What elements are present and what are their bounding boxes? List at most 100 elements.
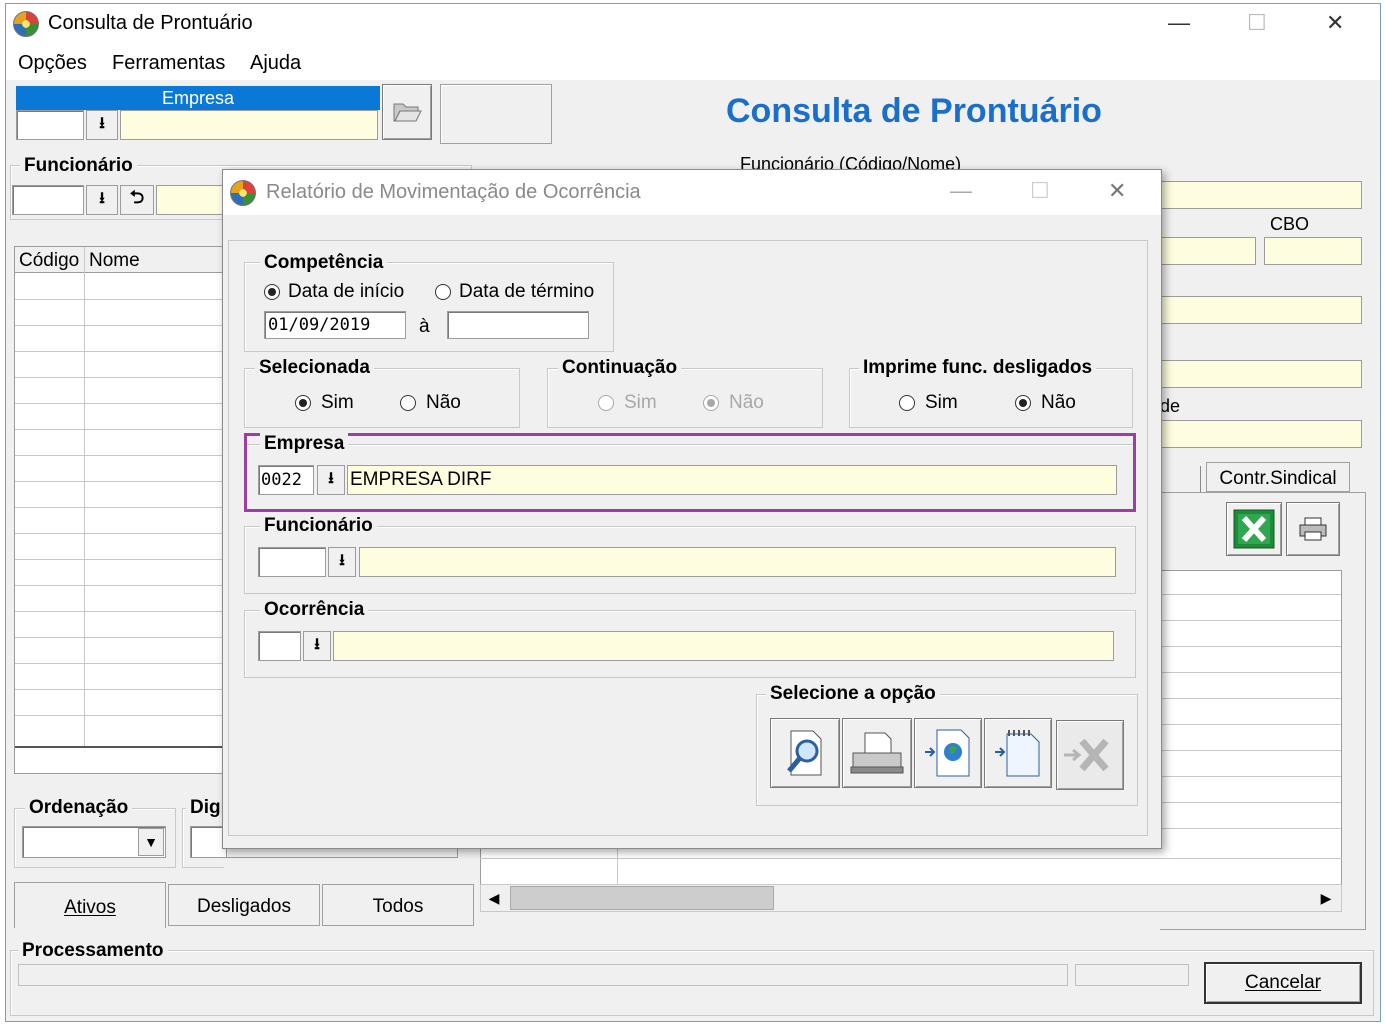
- cancel-button[interactable]: Cancelar: [1204, 962, 1362, 1004]
- dlg-funcionario-name-field[interactable]: [359, 547, 1116, 577]
- export-web-icon: [925, 729, 970, 777]
- menu-ajuda[interactable]: Ajuda: [250, 52, 301, 75]
- open-folder-button[interactable]: [382, 84, 432, 140]
- cbo-input[interactable]: [1264, 237, 1362, 265]
- funcionario-dropdown-button[interactable]: ⭳: [86, 185, 118, 215]
- export-excel-disabled-icon: [1064, 738, 1109, 772]
- dialog-minimize-icon[interactable]: —: [950, 178, 972, 204]
- radio-icon: [400, 395, 416, 411]
- dlg-funcionario-code-field[interactable]: [258, 547, 326, 577]
- preview-button[interactable]: [770, 718, 840, 788]
- printer-icon: [1299, 517, 1327, 541]
- funcionario-code-input[interactable]: [12, 185, 84, 215]
- excel-export-button[interactable]: [1226, 502, 1282, 556]
- tab-desligados[interactable]: Desligados: [168, 884, 320, 926]
- date-to-input[interactable]: [447, 311, 589, 339]
- radio-data-termino-label: Data de término: [459, 281, 595, 302]
- bottom-grid-divider: [617, 848, 618, 884]
- blank-panel: [440, 84, 552, 144]
- dlg-funcionario-lookup-button[interactable]: ⭳: [328, 547, 356, 577]
- preview-icon: [787, 730, 822, 776]
- grid-rows: [15, 299, 225, 300]
- tab-todos-label: Todos: [372, 896, 424, 917]
- radio-data-inicio[interactable]: Data de início: [264, 281, 404, 303]
- funcionario-name-input[interactable]: [156, 185, 226, 215]
- export-text-button[interactable]: [984, 718, 1052, 788]
- right-input-1[interactable]: [1160, 181, 1362, 209]
- grid-header-nome[interactable]: Nome: [89, 250, 140, 272]
- funcionario-group-label: Funcionário: [20, 155, 137, 177]
- undo-button[interactable]: ⮌: [120, 185, 154, 215]
- main-window-title: Consulta de Prontuário: [48, 12, 253, 34]
- grid-column-divider: [84, 247, 85, 747]
- print-button[interactable]: [1286, 502, 1340, 556]
- funcionario-grid[interactable]: [14, 246, 226, 774]
- right-input-5[interactable]: [1160, 420, 1362, 448]
- radio-icon: [598, 395, 614, 411]
- continuacao-nao: Não: [703, 392, 764, 414]
- menu-opcoes[interactable]: Opções: [18, 52, 87, 75]
- imprime-nao[interactable]: Não: [1015, 392, 1076, 414]
- tab-ativos[interactable]: Ativos: [14, 882, 166, 928]
- chevron-down-icon[interactable]: ▼: [138, 828, 164, 856]
- tab-contr-sindical-label: Contr.Sindical: [1219, 468, 1337, 489]
- radio-icon: [295, 395, 311, 411]
- competencia-label: Competência: [260, 252, 388, 274]
- download-arrow-icon: ⭳: [99, 189, 105, 207]
- date-separator: à: [419, 316, 430, 337]
- dialog-logo-icon: [230, 180, 256, 206]
- digi-input-remainder: [226, 848, 458, 858]
- selecione-label: Selecione a opção: [766, 683, 940, 705]
- tab-divider: [1200, 466, 1201, 492]
- selecionada-sim[interactable]: Sim: [295, 392, 354, 414]
- scroll-thumb[interactable]: [510, 886, 774, 910]
- menu-ferramentas[interactable]: Ferramentas: [112, 52, 225, 75]
- radio-icon: [703, 395, 719, 411]
- printer-icon: [850, 732, 904, 774]
- imprime-nao-label: Não: [1041, 392, 1076, 413]
- dialog-close-icon[interactable]: ✕: [1108, 178, 1126, 204]
- grid-bottom-line: [15, 746, 225, 748]
- radio-data-inicio-label: Data de início: [288, 281, 405, 302]
- close-icon[interactable]: ✕: [1326, 10, 1344, 36]
- ocorrencia-label: Ocorrência: [260, 599, 369, 621]
- empresa-code-field[interactable]: 0022: [258, 465, 314, 495]
- print-report-button[interactable]: [842, 718, 912, 788]
- right-input-3[interactable]: [1160, 296, 1362, 324]
- minimize-icon[interactable]: —: [1168, 10, 1190, 36]
- export-excel-button: [1056, 720, 1124, 790]
- grid-header-codigo[interactable]: Código: [19, 250, 79, 272]
- digi-input[interactable]: [190, 826, 226, 858]
- empresa-dropdown-button[interactable]: ⭳: [86, 110, 118, 140]
- radio-icon: [1015, 395, 1031, 411]
- date-from-input[interactable]: 01/09/2019: [264, 311, 406, 339]
- ocorrencia-code-field[interactable]: [258, 631, 301, 661]
- ocorrencia-name-field[interactable]: [333, 631, 1114, 661]
- right-input-4[interactable]: [1160, 360, 1362, 388]
- empresa-lookup-button[interactable]: ⭳: [317, 465, 345, 495]
- radio-data-termino[interactable]: Data de término: [435, 281, 594, 303]
- right-input-2[interactable]: [1160, 237, 1256, 265]
- empresa-name-input[interactable]: [120, 110, 378, 140]
- selecionada-nao[interactable]: Não: [400, 392, 461, 414]
- export-web-button[interactable]: [914, 718, 982, 788]
- imprime-sim[interactable]: Sim: [899, 392, 958, 414]
- empresa-code-input[interactable]: [16, 110, 84, 140]
- dlg-funcionario-label: Funcionário: [260, 515, 377, 537]
- export-text-icon: [995, 730, 1040, 777]
- progress-status: [1075, 964, 1189, 986]
- cancel-button-label: Cancelar: [1244, 972, 1322, 993]
- right-grid[interactable]: [1160, 570, 1342, 860]
- dialog-maximize-icon[interactable]: ☐: [1030, 178, 1050, 204]
- folder-open-icon: [393, 103, 422, 122]
- scroll-right-icon[interactable]: ▶: [1314, 886, 1338, 910]
- selecionada-nao-label: Não: [426, 392, 461, 413]
- empresa-name-field[interactable]: EMPRESA DIRF: [347, 465, 1117, 495]
- tab-todos[interactable]: Todos: [322, 884, 474, 926]
- scroll-left-icon[interactable]: ◀: [482, 886, 506, 910]
- ocorrencia-lookup-button[interactable]: ⭳: [303, 631, 331, 661]
- processamento-label: Processamento: [18, 940, 168, 962]
- selecionada-sim-label: Sim: [321, 392, 354, 413]
- tab-contr-sindical[interactable]: Contr.Sindical: [1206, 462, 1350, 492]
- maximize-icon[interactable]: ☐: [1247, 10, 1267, 36]
